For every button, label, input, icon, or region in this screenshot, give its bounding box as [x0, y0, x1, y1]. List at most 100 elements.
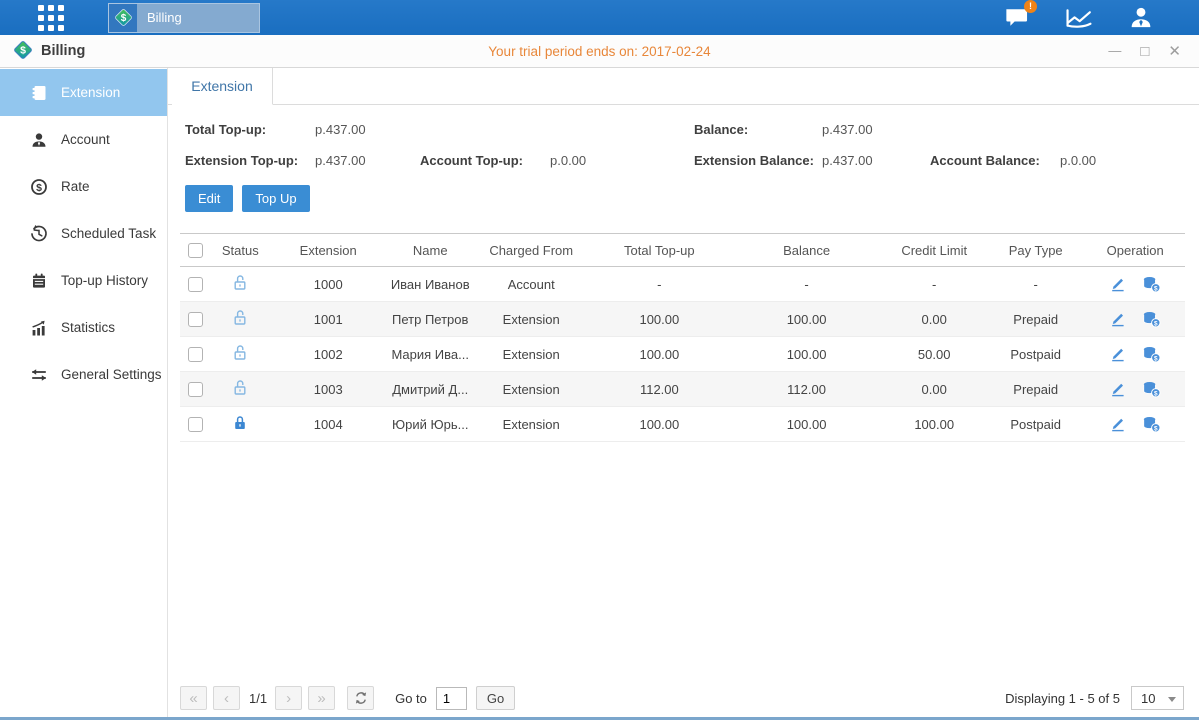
sidebar-item-account[interactable]: Account [0, 116, 167, 163]
first-page-button[interactable]: « [180, 686, 207, 710]
chevron-down-icon [1168, 697, 1176, 702]
summary-panel: Total Top-up: p.437.00 Extension Top-up:… [168, 105, 1199, 171]
extension-cell: 1001 [270, 302, 386, 337]
pay-type-cell: Postpaid [986, 407, 1085, 442]
status-cell[interactable] [210, 302, 270, 337]
status-cell[interactable] [210, 267, 270, 302]
go-button[interactable]: Go [476, 686, 515, 710]
col-status: Status [210, 234, 270, 267]
total-topup-cell: 100.00 [588, 302, 731, 337]
sidebar-item-statistics[interactable]: Statistics [0, 304, 167, 351]
edit-row-icon[interactable] [1109, 346, 1126, 362]
row-checkbox[interactable] [188, 417, 203, 432]
sidebar-item-rate[interactable]: $ Rate [0, 163, 167, 210]
taskbar-tab-billing[interactable]: $ Billing [108, 3, 260, 33]
sidebar-item-label: Account [61, 132, 110, 147]
refresh-button[interactable] [347, 686, 374, 710]
user-account-icon[interactable] [1125, 4, 1157, 32]
unlocked-icon [232, 309, 248, 326]
account-topup-label: Account Top-up: [420, 153, 550, 168]
action-buttons: Edit Top Up [185, 185, 1199, 212]
row-checkbox[interactable] [188, 312, 203, 327]
svg-text:$: $ [20, 44, 26, 56]
edit-row-icon[interactable] [1109, 276, 1126, 292]
maximize-button[interactable]: □ [1140, 44, 1149, 59]
tab-extension[interactable]: Extension [172, 68, 273, 105]
table-header-row: Status Extension Name Charged From Total… [180, 234, 1185, 267]
prev-page-button[interactable]: ‹ [213, 686, 240, 710]
status-cell[interactable] [210, 407, 270, 442]
page-indicator: 1/1 [249, 691, 267, 706]
pay-type-cell: Prepaid [986, 372, 1085, 407]
statistics-icon [30, 319, 48, 337]
topup-row-icon[interactable]: $ [1142, 381, 1161, 398]
main-content: Extension Total Top-up: p.437.00 Extensi… [168, 68, 1199, 717]
credit-limit-cell: 0.00 [882, 372, 986, 407]
sidebar-item-topup-history[interactable]: Top-up History [0, 257, 167, 304]
balance-cell: - [731, 267, 883, 302]
edit-row-icon[interactable] [1109, 311, 1126, 327]
sidebar-item-extension[interactable]: Extension [0, 69, 167, 116]
select-all-checkbox[interactable] [188, 243, 203, 258]
balance-value: p.437.00 [822, 122, 873, 137]
tabstrip: Extension [168, 68, 1199, 105]
top-up-button[interactable]: Top Up [242, 185, 309, 212]
total-topup-value: p.437.00 [315, 122, 366, 137]
row-checkbox[interactable] [188, 277, 203, 292]
app-body: Extension Account $ Rate Scheduled Task … [0, 68, 1199, 717]
topup-row-icon[interactable]: $ [1142, 416, 1161, 433]
account-balance-label: Account Balance: [930, 153, 1060, 168]
name-cell: Мария Ива... [386, 337, 474, 372]
account-icon [30, 131, 48, 149]
name-cell: Иван Иванов [386, 267, 474, 302]
edit-row-icon[interactable] [1109, 381, 1126, 397]
row-checkbox[interactable] [188, 347, 203, 362]
total-topup-label: Total Top-up: [185, 122, 315, 137]
goto-page-input[interactable] [436, 687, 467, 710]
sidebar: Extension Account $ Rate Scheduled Task … [0, 68, 168, 717]
topup-row-icon[interactable]: $ [1142, 311, 1161, 328]
pay-type-cell: - [986, 267, 1085, 302]
col-total-topup: Total Top-up [588, 234, 731, 267]
sidebar-item-scheduled-task[interactable]: Scheduled Task [0, 210, 167, 257]
sidebar-item-label: Scheduled Task [61, 226, 156, 241]
window-title-group: $ Billing [13, 40, 85, 63]
charged-from-cell: Extension [474, 337, 588, 372]
status-cell[interactable] [210, 372, 270, 407]
statistics-chart-icon[interactable] [1063, 4, 1095, 32]
extension-table-body: 1000Иван ИвановAccount----$1001Петр Петр… [180, 267, 1185, 442]
extension-topup-label: Extension Top-up: [185, 153, 315, 168]
balance-label: Balance: [694, 122, 822, 137]
edit-button[interactable]: Edit [185, 185, 233, 212]
goto-label: Go to [395, 691, 427, 706]
notifications-icon[interactable]: ! [1001, 4, 1033, 32]
svg-text:$: $ [1154, 285, 1158, 292]
total-topup-cell: - [588, 267, 731, 302]
operation-cell: $ [1086, 276, 1184, 293]
col-pay-type: Pay Type [986, 234, 1085, 267]
topup-row-icon[interactable]: $ [1142, 276, 1161, 293]
status-cell[interactable] [210, 337, 270, 372]
next-page-button[interactable]: › [275, 686, 302, 710]
last-page-button[interactable]: » [308, 686, 335, 710]
window-titlebar: $ Billing Your trial period ends on: 201… [0, 35, 1199, 68]
trial-notice: Your trial period ends on: 2017-02-24 [0, 44, 1199, 59]
minimize-button[interactable]: — [1108, 44, 1121, 59]
row-checkbox[interactable] [188, 382, 203, 397]
billing-window: $ Billing ! $ Billing Your trial period … [0, 0, 1199, 720]
unlocked-icon [232, 274, 248, 291]
window-controls: — □ ✕ [1108, 44, 1181, 59]
edit-row-icon[interactable] [1109, 416, 1126, 432]
topup-row-icon[interactable]: $ [1142, 346, 1161, 363]
topup-history-icon [30, 272, 48, 290]
apps-grid-icon[interactable] [38, 5, 64, 31]
name-cell: Петр Петров [386, 302, 474, 337]
scheduled-task-icon [30, 225, 48, 243]
page-size-value: 10 [1141, 691, 1155, 706]
extension-table: Status Extension Name Charged From Total… [180, 233, 1185, 442]
page-size-select[interactable]: 10 [1131, 686, 1184, 710]
sidebar-item-label: Top-up History [61, 273, 148, 288]
svg-text:$: $ [1154, 390, 1158, 397]
sidebar-item-general-settings[interactable]: General Settings [0, 351, 167, 398]
close-button[interactable]: ✕ [1168, 44, 1181, 59]
